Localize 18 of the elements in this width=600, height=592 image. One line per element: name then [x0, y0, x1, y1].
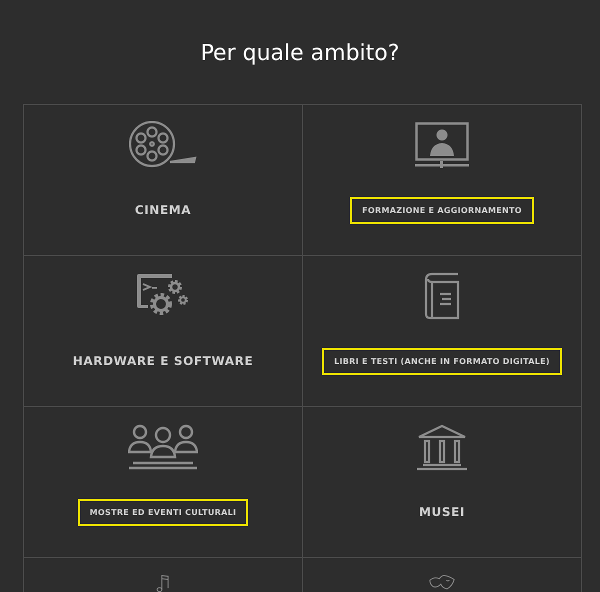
area-label: LIBRI E TESTI (ANCHE IN FORMATO DIGITALE) — [322, 348, 562, 374]
area-tile[interactable]: LIBRI E TESTI (ANCHE IN FORMATO DIGITALE) — [303, 256, 582, 407]
area-tile[interactable]: CINEMA — [24, 105, 303, 256]
museum-icon — [416, 423, 468, 471]
area-label: MOSTRE ED EVENTI CULTURALI — [78, 498, 248, 526]
film-reel-icon — [129, 121, 197, 169]
area-tile[interactable]: MUSEI — [303, 407, 582, 558]
presenter-screen-icon — [415, 121, 469, 169]
area-tile[interactable]: FORMAZIONE E AGGIORNAMENTO — [303, 105, 582, 256]
area-label: MUSEI — [419, 504, 465, 521]
area-label: CINEMA — [134, 202, 192, 219]
area-tile[interactable]: MOSTRE ED EVENTI CULTURALI — [24, 407, 303, 558]
area-tile[interactable]: HARDWARE E SOFTWARE — [24, 256, 303, 407]
audience-icon — [128, 423, 198, 471]
book-icon — [424, 272, 460, 320]
area-label: FORMAZIONE E AGGIORNAMENTO — [350, 196, 534, 224]
page-title: Per quale ambito? — [200, 40, 400, 68]
area-label: HARDWARE E SOFTWARE — [72, 353, 254, 370]
